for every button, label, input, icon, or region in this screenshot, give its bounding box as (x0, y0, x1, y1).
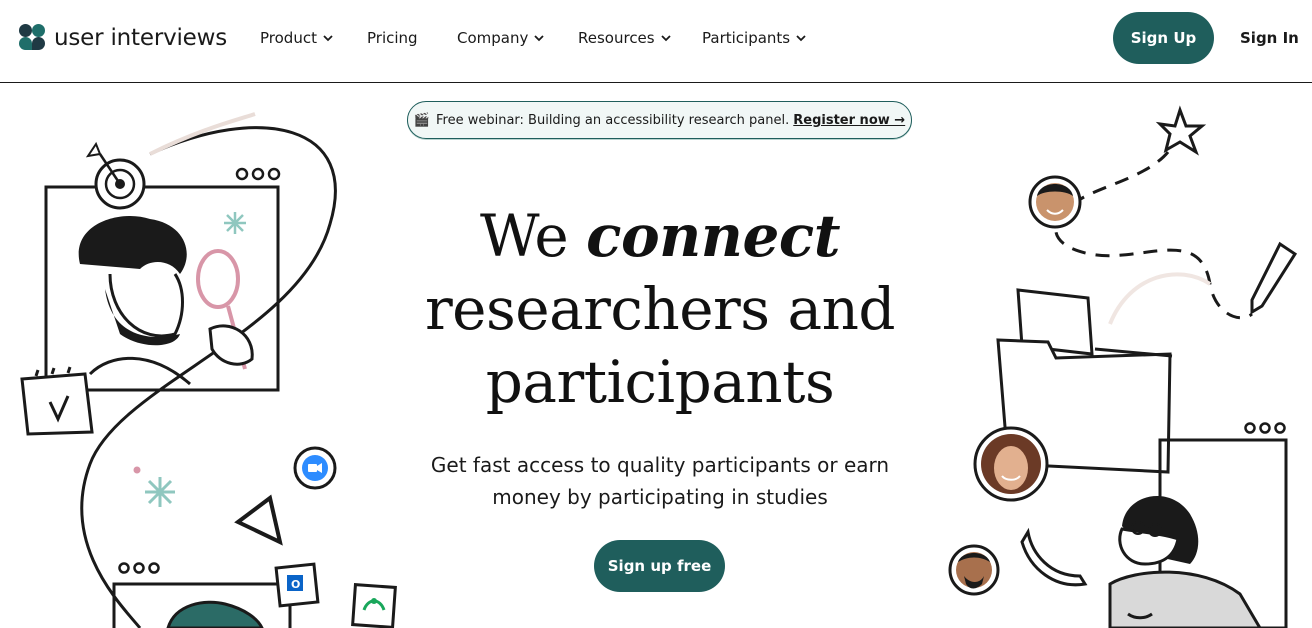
nav-item-label: Product (260, 29, 317, 47)
nav-item-product[interactable]: Product (260, 29, 333, 47)
hero-heading-line1: We connect (380, 200, 940, 273)
register-now-link[interactable]: Register now → (793, 113, 905, 128)
hero-heading-prefix: We (479, 202, 569, 270)
left-hero-illustration: O (20, 112, 397, 628)
top-navigation: user interviews Product Pricing Company … (0, 0, 1312, 83)
brand-name: user interviews (54, 24, 228, 51)
sign-up-button[interactable]: Sign Up (1113, 12, 1214, 64)
chevron-down-icon (534, 35, 545, 42)
hero-heading-emphasis: connect (586, 202, 840, 270)
hero-heading-line2: researchers and (424, 275, 896, 343)
chevron-down-icon (796, 35, 806, 42)
chevron-down-icon (660, 35, 671, 42)
hero-heading-line3: participants (485, 348, 835, 416)
sign-up-free-button[interactable]: Sign up free (594, 540, 725, 592)
brand-logo[interactable]: user interviews (19, 24, 227, 51)
hero-subtitle-line1: Get fast access to quality participants … (430, 453, 890, 477)
nav-item-participants[interactable]: Participants (702, 29, 806, 47)
chevron-down-icon (323, 35, 333, 42)
hero-subtitle-line2: money by participating in studies (492, 485, 828, 509)
clapperboard-icon: 🎬 (413, 112, 430, 128)
nav-item-company[interactable]: Company (457, 29, 545, 47)
webinar-banner[interactable]: 🎬 Free webinar: Building an accessibilit… (407, 101, 912, 139)
nav-item-pricing[interactable]: Pricing (367, 29, 418, 47)
svg-text:O: O (291, 578, 300, 591)
nav-item-label: Resources (578, 29, 655, 47)
sign-in-link[interactable]: Sign In (1240, 29, 1299, 47)
right-hero-illustration (948, 105, 1298, 628)
nav-item-label: Pricing (367, 29, 418, 47)
hero-subtitle: Get fast access to quality participants … (390, 449, 930, 513)
nav-item-resources[interactable]: Resources (578, 29, 671, 47)
nav-item-label: Participants (702, 29, 791, 47)
logo-mark-icon (19, 24, 46, 51)
banner-text: Free webinar: Building an accessibility … (436, 112, 790, 128)
nav-item-label: Company (457, 29, 529, 47)
hero-heading: We connect researchers and participants (380, 200, 940, 419)
